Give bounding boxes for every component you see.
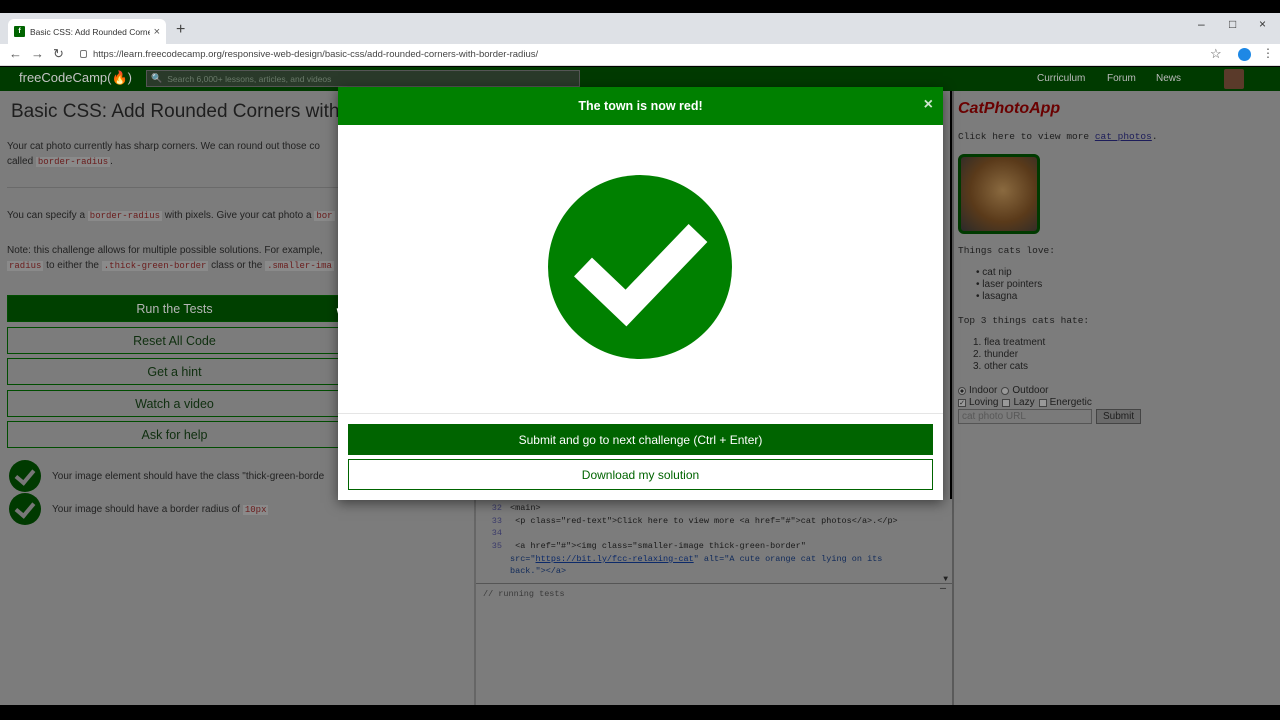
minimize-output-icon[interactable]: — bbox=[940, 584, 946, 595]
search-icon: 🔍 bbox=[151, 73, 163, 83]
list-item: 2. thunder bbox=[973, 349, 1019, 360]
test-text: Your image should have a border radius o… bbox=[52, 503, 269, 515]
tab-title: Basic CSS: Add Rounded Corners bbox=[30, 26, 150, 37]
check-circle-icon bbox=[9, 493, 41, 525]
url-form: cat photo URL Submit bbox=[958, 409, 1142, 424]
test-result-row: Your image should have a border radius o… bbox=[9, 493, 269, 525]
divider bbox=[338, 413, 943, 414]
submit-next-challenge-button[interactable]: Submit and go to next challenge (Ctrl + … bbox=[348, 424, 933, 455]
lazy-checkbox[interactable] bbox=[1002, 398, 1011, 407]
cat-photo[interactable] bbox=[958, 154, 1040, 234]
radio-row: Indoor Outdoor bbox=[958, 385, 1049, 396]
hates-list: 1. flea treatment 2. thunder 3. other ca… bbox=[973, 337, 1045, 373]
avatar[interactable] bbox=[1224, 69, 1244, 89]
test-output-console: // running tests — bbox=[476, 583, 952, 705]
reset-code-button[interactable]: Reset All Code bbox=[7, 327, 342, 354]
search-input[interactable]: 🔍 Search 6,000+ lessons, articles, and v… bbox=[146, 70, 580, 87]
preview-submit-button[interactable]: Submit bbox=[1096, 409, 1142, 424]
loving-checkbox[interactable]: ✓ bbox=[958, 398, 966, 407]
modal-title: The town is now red! bbox=[578, 99, 703, 113]
browser-tab[interactable]: f Basic CSS: Add Rounded Corners × bbox=[8, 19, 166, 44]
minimize-button[interactable]: – bbox=[1198, 17, 1205, 31]
reload-icon[interactable]: ↻ bbox=[53, 46, 64, 62]
divider bbox=[7, 187, 342, 188]
window-close-button[interactable]: × bbox=[1259, 17, 1266, 31]
code-line: src="https://bit.ly/fcc-relaxing-cat" al… bbox=[510, 554, 883, 564]
freecodecamp-favicon-icon: f bbox=[14, 26, 25, 37]
success-modal: The town is now red! × Submit and go to … bbox=[338, 87, 943, 500]
test-text: Your image element should have the class… bbox=[52, 470, 325, 482]
tab-close-icon[interactable]: × bbox=[154, 26, 160, 38]
nav-link-forum[interactable]: Forum bbox=[1107, 73, 1136, 84]
checkbox-row: ✓ Loving Lazy Energetic bbox=[958, 397, 1092, 408]
code-line: 35 <a href="#"><img class="smaller-image… bbox=[491, 541, 806, 551]
search-placeholder: Search 6,000+ lessons, articles, and vid… bbox=[167, 73, 332, 84]
code-line: 33 <p class="red-text">Click here to vie… bbox=[491, 516, 898, 526]
loves-list: • cat nip • laser pointers • lasagna bbox=[976, 267, 1042, 303]
maximize-button[interactable]: □ bbox=[1229, 17, 1236, 31]
cat-photo-url-input[interactable]: cat photo URL bbox=[958, 409, 1092, 424]
screen: f Basic CSS: Add Rounded Corners × + – □… bbox=[0, 0, 1280, 720]
code-line: back."></a> bbox=[510, 566, 567, 576]
list-item: 1. flea treatment bbox=[973, 337, 1046, 348]
download-solution-button[interactable]: Download my solution bbox=[348, 459, 933, 490]
list-item: • cat nip bbox=[976, 267, 1012, 278]
extension-icon[interactable] bbox=[1238, 48, 1251, 61]
lesson-title: Basic CSS: Add Rounded Corners with bbox=[11, 101, 340, 122]
cat-photos-link[interactable]: cat photos bbox=[1095, 131, 1152, 142]
preview-click-text: Click here to view more cat photos. bbox=[958, 131, 1158, 142]
loves-heading: Things cats love: bbox=[958, 245, 1055, 256]
code-line: 34 bbox=[491, 528, 502, 538]
check-circle-icon bbox=[9, 460, 41, 492]
fcc-logo[interactable]: freeCodeCamp(🔥) bbox=[19, 70, 132, 86]
list-item: • lasagna bbox=[976, 291, 1018, 302]
hates-heading: Top 3 things cats hate: bbox=[958, 315, 1090, 326]
modal-close-icon[interactable]: × bbox=[924, 96, 933, 114]
browser-menu-icon[interactable]: ⋮ bbox=[1262, 46, 1274, 60]
code-line: 32 <main> bbox=[491, 503, 541, 513]
bottom-bar bbox=[0, 705, 1280, 720]
browser-tab-bar: f Basic CSS: Add Rounded Corners × + – □… bbox=[0, 13, 1280, 44]
get-hint-button[interactable]: Get a hint bbox=[7, 358, 342, 385]
nav-link-curriculum[interactable]: Curriculum bbox=[1037, 73, 1085, 84]
preview-panel: CatPhotoApp Click here to view more cat … bbox=[952, 91, 1280, 705]
back-arrow-icon[interactable]: ← bbox=[9, 46, 22, 61]
watch-video-button[interactable]: Watch a video bbox=[7, 390, 342, 417]
forward-arrow-icon[interactable]: → bbox=[31, 46, 44, 61]
lesson-paragraph-1: Your cat photo currently has sharp corne… bbox=[7, 141, 320, 167]
code-editor[interactable]: 32 <main> 33 <p class="red-text">Click he… bbox=[476, 499, 952, 585]
success-check-icon bbox=[548, 175, 732, 359]
output-text: // running tests bbox=[483, 589, 565, 599]
lesson-paragraph-3: Note: this challenge allows for multiple… bbox=[7, 245, 334, 271]
address-bar[interactable]: https://learn.freecodecamp.org/responsiv… bbox=[80, 46, 538, 63]
url-text: https://learn.freecodecamp.org/responsiv… bbox=[93, 49, 539, 60]
energetic-checkbox[interactable] bbox=[1038, 398, 1047, 407]
browser-toolbar: ← → ↻ https://learn.freecodecamp.org/res… bbox=[0, 44, 1280, 66]
test-result-row: Your image element should have the class… bbox=[9, 460, 324, 492]
lock-icon bbox=[80, 50, 87, 59]
lesson-paragraph-2: You can specify a border-radius with pix… bbox=[7, 210, 335, 221]
list-item: 3. other cats bbox=[973, 361, 1029, 372]
run-tests-button[interactable]: Run the Tests bbox=[7, 295, 342, 322]
ask-help-button[interactable]: Ask for help bbox=[7, 421, 342, 448]
new-tab-button[interactable]: + bbox=[176, 21, 185, 39]
modal-header: The town is now red! × bbox=[338, 87, 943, 125]
list-item: • laser pointers bbox=[976, 279, 1043, 290]
preview-title: CatPhotoApp bbox=[958, 100, 1061, 117]
outdoor-radio[interactable] bbox=[1001, 386, 1010, 395]
bookmark-star-icon[interactable]: ☆ bbox=[1210, 46, 1222, 62]
indoor-radio[interactable] bbox=[958, 386, 966, 395]
nav-link-news[interactable]: News bbox=[1156, 73, 1181, 84]
